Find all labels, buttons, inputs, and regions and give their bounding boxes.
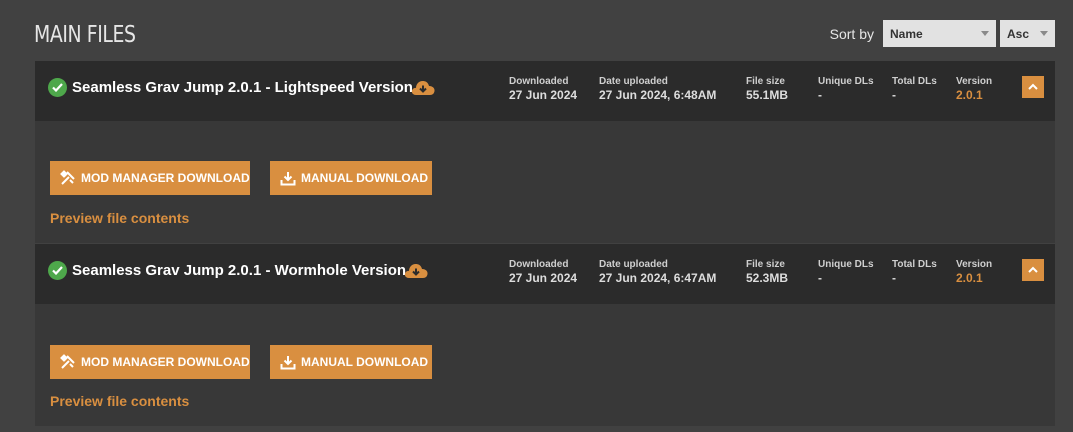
manual-download-label: MANUAL DOWNLOAD: [301, 171, 429, 185]
sort-bar: Sort by Name Asc: [830, 20, 1055, 47]
stat-label: Version: [956, 259, 993, 270]
manual-download-label: MANUAL DOWNLOAD: [301, 355, 429, 369]
stat-date-uploaded: Date uploaded 27 Jun 2024, 6:48AM: [599, 76, 716, 102]
collapse-button[interactable]: [1022, 259, 1044, 281]
stat-label: Total DLs: [892, 259, 937, 270]
stat-label: Unique DLs: [818, 259, 874, 270]
stat-value: -: [818, 271, 822, 285]
stat-value: 27 Jun 2024, 6:47AM: [599, 271, 717, 285]
stat-value: 2.0.1: [956, 271, 983, 285]
stat-value: -: [892, 88, 896, 102]
stat-version: Version 2.0.1: [956, 259, 992, 285]
mod-manager-download-button[interactable]: MOD MANAGER DOWNLOAD: [50, 161, 250, 195]
stat-label: Unique DLs: [818, 76, 874, 87]
mod-manager-download-label: MOD MANAGER DOWNLOAD: [81, 355, 250, 369]
cloud-download-icon: [403, 261, 429, 284]
file-body: MOD MANAGER DOWNLOAD MANUAL DOWNLOAD Pre…: [35, 121, 1055, 243]
stat-value: 27 Jun 2024, 6:48AM: [599, 88, 717, 102]
file-title: Seamless Grav Jump 2.0.1 - Wormhole Vers…: [72, 262, 407, 279]
check-icon: [48, 78, 67, 97]
mod-manager-download-button[interactable]: MOD MANAGER DOWNLOAD: [50, 345, 250, 379]
download-tray-icon: [280, 355, 296, 369]
stat-label: Version: [956, 76, 993, 87]
check-icon: [48, 261, 67, 280]
manual-download-button[interactable]: MANUAL DOWNLOAD: [270, 345, 432, 379]
file-header[interactable]: Seamless Grav Jump 2.0.1 - Wormhole Vers…: [35, 244, 1055, 304]
stat-label: Downloaded: [509, 76, 569, 87]
sort-label: Sort by: [829, 25, 874, 42]
stat-label: File size: [746, 259, 785, 270]
collapse-button[interactable]: [1022, 76, 1044, 98]
chevron-down-icon: [981, 31, 989, 36]
manual-download-button[interactable]: MANUAL DOWNLOAD: [270, 161, 432, 195]
stat-value: 27 Jun 2024: [509, 271, 578, 285]
stat-value: -: [818, 88, 822, 102]
wrench-screwdriver-icon: [60, 354, 75, 369]
stat-value: 2.0.1: [956, 88, 983, 102]
stat-total-dls: Total DLs -: [892, 259, 937, 285]
stat-file-size: File size 55.1MB: [746, 76, 788, 102]
file-header[interactable]: Seamless Grav Jump 2.0.1 - Lightspeed Ve…: [35, 61, 1055, 121]
file-item: Seamless Grav Jump 2.0.1 - Lightspeed Ve…: [35, 61, 1055, 243]
stat-value: 52.3MB: [746, 271, 789, 285]
stat-label: File size: [746, 76, 785, 87]
stat-value: 55.1MB: [746, 88, 789, 102]
sort-direction-value: Asc: [1007, 26, 1030, 41]
cloud-download-icon: [410, 78, 436, 101]
stat-label: Date uploaded: [599, 76, 668, 87]
stat-label: Total DLs: [892, 76, 937, 87]
stat-value: 27 Jun 2024: [509, 88, 578, 102]
stat-date-uploaded: Date uploaded 27 Jun 2024, 6:47AM: [599, 259, 716, 285]
stat-total-dls: Total DLs -: [892, 76, 937, 102]
sort-field-select[interactable]: Name: [883, 20, 996, 47]
wrench-screwdriver-icon: [60, 170, 75, 185]
sort-direction-select[interactable]: Asc: [1000, 20, 1055, 47]
download-tray-icon: [280, 171, 296, 185]
stat-label: Downloaded: [509, 259, 569, 270]
sort-field-value: Name: [890, 26, 923, 41]
file-item: Seamless Grav Jump 2.0.1 - Wormhole Vers…: [35, 244, 1055, 426]
stat-label: Date uploaded: [599, 259, 668, 270]
mod-manager-download-label: MOD MANAGER DOWNLOAD: [81, 171, 250, 185]
stat-value: -: [892, 271, 896, 285]
file-title: Seamless Grav Jump 2.0.1 - Lightspeed Ve…: [72, 79, 413, 96]
stat-downloaded: Downloaded 27 Jun 2024: [509, 259, 577, 285]
stat-version: Version 2.0.1: [956, 76, 992, 102]
preview-file-contents-link[interactable]: Preview file contents: [50, 393, 189, 409]
stat-downloaded: Downloaded 27 Jun 2024: [509, 76, 577, 102]
stat-file-size: File size 52.3MB: [746, 259, 788, 285]
preview-file-contents-link[interactable]: Preview file contents: [50, 210, 189, 226]
stat-unique-dls: Unique DLs -: [818, 259, 874, 285]
section-title: MAIN FILES: [34, 22, 136, 48]
chevron-down-icon: [1040, 31, 1048, 36]
stat-unique-dls: Unique DLs -: [818, 76, 874, 102]
file-body: MOD MANAGER DOWNLOAD MANUAL DOWNLOAD Pre…: [35, 304, 1055, 426]
